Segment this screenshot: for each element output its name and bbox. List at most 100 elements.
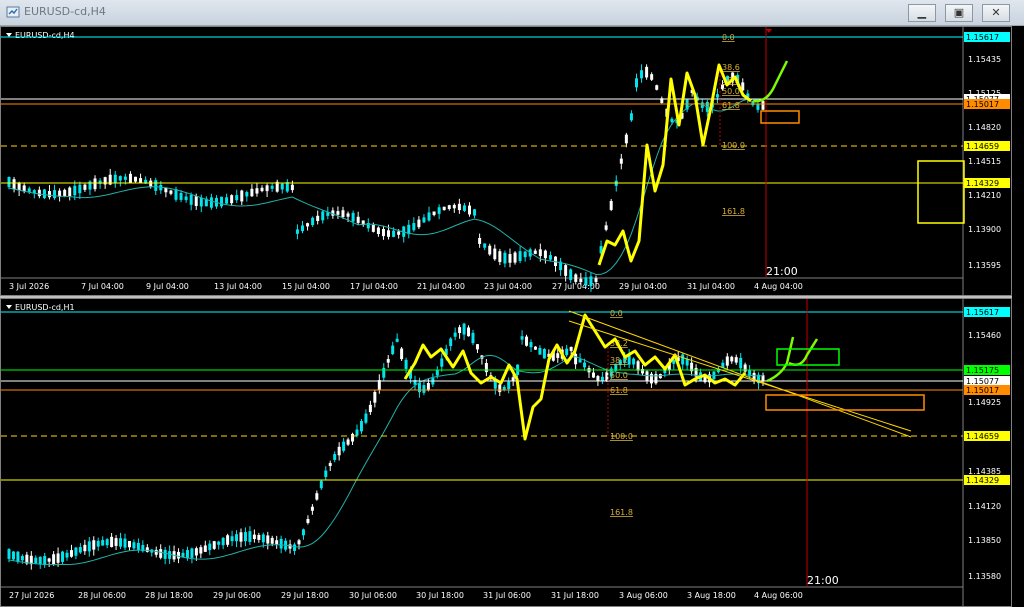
h1-candle-body (199, 547, 203, 554)
h4-candle-body (523, 251, 527, 258)
h4-candle-body (230, 195, 234, 204)
h4-candle-body (493, 248, 497, 260)
h1-candle-body (324, 470, 328, 477)
h1-candle-body (591, 372, 595, 378)
h1-symbol-label: EURUSD-cd,H1 (15, 303, 75, 312)
h1-candle-body (119, 538, 123, 547)
chart-h4-canvas[interactable]: EURUSD-cd,H41.154351.151251.148201.14515… (1, 27, 1011, 295)
h1-candle-body (574, 353, 578, 365)
h4-candle-body (220, 196, 224, 207)
h1-level-label: 1.14329 (966, 476, 999, 485)
h4-price-tick: 1.15435 (968, 55, 1001, 64)
h4-candle-body (255, 188, 259, 194)
h4-candle-body (508, 254, 512, 263)
h1-candle-body (368, 404, 372, 413)
h1-candle-body (649, 373, 653, 384)
h1-candle-body (38, 556, 42, 565)
h4-candle-body (412, 223, 416, 231)
h1-level-label: 1.15175 (966, 366, 999, 375)
h4-candle-body (533, 250, 537, 254)
h1-candle-body (417, 382, 421, 393)
h4-candle-body (579, 278, 583, 283)
h4-candle-body (123, 176, 127, 180)
h1-candle-body (520, 336, 524, 340)
h4-candle-body (154, 180, 158, 191)
h1-price-tick: 1.13580 (968, 572, 1001, 581)
h1-time-tick: 3 Aug 06:00 (619, 591, 668, 600)
h4-candle-body (513, 252, 517, 263)
chart-h1-canvas[interactable]: EURUSD-cd,H1 1.15460 1.14925 1.14385 1.14120… (1, 299, 1011, 606)
h4-fib-label: 38.6 (722, 63, 740, 72)
chart-h4[interactable]: EURUSD-cd,H4 1.15435 1.15125 1.14820 1.14515… (0, 26, 1012, 296)
h4-level-label: 1.14329 (966, 179, 999, 188)
chart-window-titlebar[interactable]: EURUSD-cd,H4 ▁ ▣ ✕ (0, 0, 1024, 26)
chart-h1[interactable]: EURUSD-cd,H1 1.15460 1.14925 1.14385 1.14120… (0, 298, 1012, 607)
minimize-button[interactable]: ▁ (907, 4, 936, 22)
h1-candle-body (243, 532, 247, 542)
h4-candle-body (270, 185, 274, 189)
h4-level-label: 1.15617 (966, 33, 999, 42)
h1-candle-body (484, 362, 488, 373)
h1-candle-body (248, 531, 252, 542)
h1-candle-body (11, 551, 15, 560)
h1-candle-body (181, 552, 185, 557)
h1-candle-body (110, 536, 114, 548)
minimize-icon: ▁ (917, 6, 927, 19)
h1-fib-label: 161.8 (610, 508, 633, 517)
h4-candle-body (624, 134, 628, 144)
h4-candle-body (83, 184, 87, 190)
h1-candle-body (190, 548, 194, 558)
h4-fib-label: 50.0 (722, 87, 740, 96)
terminal-app: EURUSD-cd,H4 ▁ ▣ ✕ EURUSD-cd,H4 1.15435 1.… (0, 0, 1024, 607)
h1-time-tick: 28 Jul 06:00 (78, 591, 126, 600)
h1-time-tick: 30 Jul 18:00 (416, 591, 464, 600)
close-button[interactable]: ✕ (982, 4, 1010, 22)
h1-time-marker: 21:00 (807, 574, 839, 587)
h1-moving-average (8, 354, 764, 566)
maximize-button[interactable]: ▣ (944, 4, 973, 22)
h4-candle-body (452, 204, 456, 209)
h4-candle-body (134, 176, 138, 182)
h4-candle-body (290, 184, 294, 191)
h1-level-label: 1.15617 (966, 308, 999, 317)
h1-candle-body (435, 369, 439, 376)
h1-candle-body (373, 391, 377, 403)
h4-time-tick: 29 Jul 04:00 (619, 282, 667, 291)
h4-time-tick: 15 Jul 04:00 (282, 282, 330, 291)
h4-candle-body (634, 78, 638, 88)
h4-time-marker: 21:00 (766, 265, 798, 278)
h4-candle-body (483, 243, 487, 248)
h4-candle-body (604, 225, 608, 230)
h1-candle-body (453, 332, 457, 337)
h4-candle-body (17, 182, 21, 191)
h4-price-tick: 1.13595 (968, 261, 1001, 270)
h1-candle-body (382, 367, 386, 378)
h1-time-tick: 27 Jul 2026 (9, 591, 54, 600)
h1-candle-body (685, 359, 689, 366)
h4-candle-body (194, 196, 198, 206)
h1-candle-body (422, 385, 426, 393)
h1-candle-body (235, 534, 239, 542)
h1-candle-body (56, 553, 60, 563)
h1-level-label: 1.15017 (966, 386, 999, 395)
h1-time-tick: 29 Jul 18:00 (281, 591, 329, 600)
h1-candle-body (127, 540, 131, 548)
h4-candle-body (427, 212, 431, 221)
h1-target-box-orange (765, 394, 925, 411)
h1-candle-body (391, 345, 395, 355)
h1-candle-body (395, 338, 399, 342)
h1-candle-body (145, 547, 149, 552)
h4-candle-body (417, 219, 421, 228)
h1-time-tick: 31 Jul 18:00 (551, 591, 599, 600)
h4-candle-body (280, 183, 284, 190)
h1-candle-body (43, 556, 47, 566)
h1-candle-body (203, 545, 207, 552)
h4-candle-body (387, 230, 391, 237)
h1-candle-body (462, 323, 466, 335)
h4-candle-body (503, 252, 507, 264)
h1-candle-body (310, 506, 314, 511)
h1-candle-body (96, 540, 100, 547)
h4-candle-body (584, 277, 588, 286)
h1-candle-body (337, 446, 341, 456)
h1-candle-body (734, 357, 738, 363)
